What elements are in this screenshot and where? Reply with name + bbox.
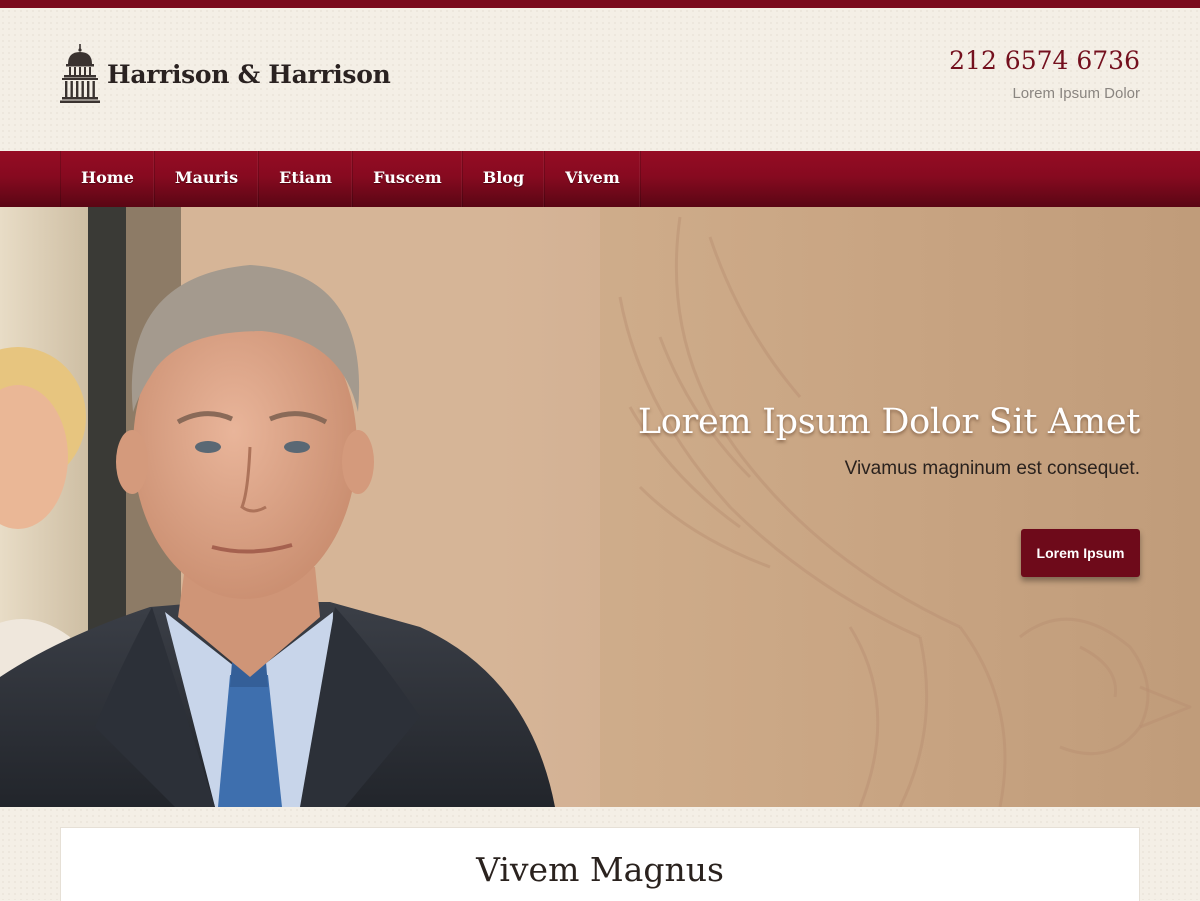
phone-number[interactable]: 212 6574 6736 (949, 46, 1140, 76)
section-title: Vivem Magnus (476, 850, 724, 889)
hero-banner: Lorem Ipsum Dolor Sit Amet Vivamus magni… (0, 207, 1200, 807)
hero-portrait-image (0, 207, 600, 807)
contact-subtitle: Lorem Ipsum Dolor (1012, 85, 1140, 102)
site-logo[interactable]: Harrison & Harrison (60, 44, 391, 104)
content-card: Vivem Magnus (60, 827, 1140, 901)
nav-item-fuscem[interactable]: Fuscem (353, 151, 463, 207)
hero-title: Lorem Ipsum Dolor Sit Amet (637, 402, 1140, 442)
hero-subtitle: Vivamus magninum est consequet. (844, 458, 1140, 479)
nav-item-etiam[interactable]: Etiam (259, 151, 354, 207)
header-contact: 212 6574 6736 Lorem Ipsum Dolor (949, 46, 1140, 102)
capitol-dome-icon (60, 44, 100, 103)
nav-item-home[interactable]: Home (61, 151, 155, 207)
nav-item-mauris[interactable]: Mauris (155, 151, 260, 207)
main-navigation: Home Mauris Etiam Fuscem Blog Vivem (0, 151, 1200, 208)
content-area: Vivem Magnus (0, 807, 1200, 901)
eagle-watermark-image (618, 216, 1192, 807)
nav-item-blog[interactable]: Blog (463, 151, 546, 207)
top-accent-bar (0, 0, 1200, 8)
nav-item-vivem[interactable]: Vivem (545, 151, 641, 207)
hero-cta-button[interactable]: Lorem Ipsum (1021, 529, 1140, 577)
brand-name: Harrison & Harrison (107, 59, 391, 89)
nav-menu: Home Mauris Etiam Fuscem Blog Vivem (60, 151, 641, 207)
hero-text-block: Lorem Ipsum Dolor Sit Amet Vivamus magni… (440, 402, 1140, 480)
site-header: Harrison & Harrison 212 6574 6736 Lorem … (0, 8, 1200, 151)
